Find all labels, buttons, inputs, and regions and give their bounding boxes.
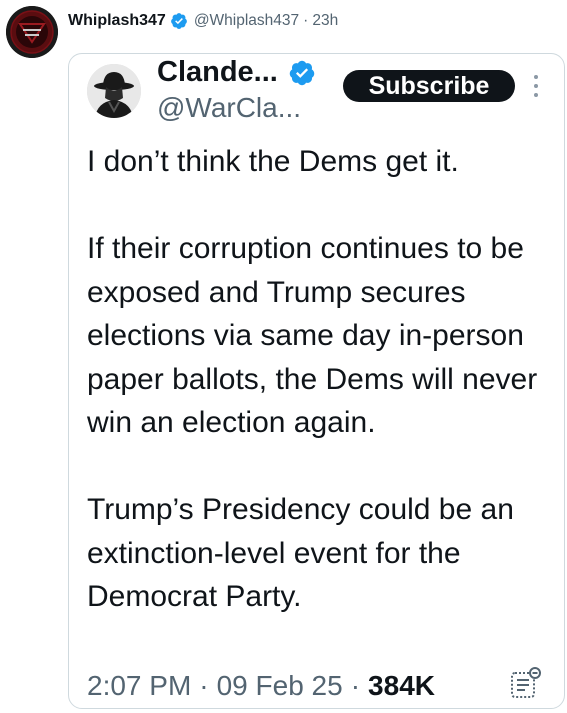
embedded-post-card[interactable]: Clande... @WarCla... Subscribe I don’t t… [68, 53, 565, 709]
outer-post-header: Whiplash347 @Whiplash437 · 23h [68, 9, 338, 33]
tweet-date: 09 Feb 25 [216, 670, 343, 701]
inner-display-name: Clande... [157, 56, 278, 88]
verified-badge-icon [289, 60, 315, 85]
outer-avatar[interactable] [6, 6, 58, 58]
dark-emblem-avatar-icon [6, 6, 58, 58]
tweet-text: I don’t think the Dems get it. If their … [87, 140, 547, 619]
outer-timestamp[interactable]: 23h [312, 12, 338, 30]
tweet-paragraph: I don’t think the Dems get it. [87, 145, 459, 178]
hat-silhouette-avatar-icon [87, 64, 141, 118]
outer-display-name[interactable]: Whiplash347 [68, 12, 166, 30]
verified-badge-icon [170, 13, 187, 29]
inner-avatar [87, 64, 141, 118]
tweet-paragraph: If their corruption continues to be expo… [87, 232, 538, 439]
tweet-time: 2:07 PM [87, 670, 192, 701]
inner-handle: @WarCla... [157, 92, 302, 123]
analytics-icon [511, 667, 541, 698]
tweet-paragraph: Trump’s Presidency could be an extinctio… [87, 493, 514, 613]
view-count: 384K [368, 670, 435, 701]
meta-separator: · [350, 670, 361, 701]
subscribe-button: Subscribe [343, 70, 515, 102]
post-page: Whiplash347 @Whiplash437 · 23h Clande... [0, 0, 567, 713]
meta-separator: · [199, 670, 209, 701]
more-options-icon [534, 75, 538, 97]
inner-name-row: Clande... [157, 56, 316, 89]
tweet-meta: 2:07 PM · 09 Feb 25 · 384K [87, 670, 435, 702]
outer-handle[interactable]: @Whiplash437 [194, 12, 299, 30]
outer-separator: · [303, 12, 309, 29]
